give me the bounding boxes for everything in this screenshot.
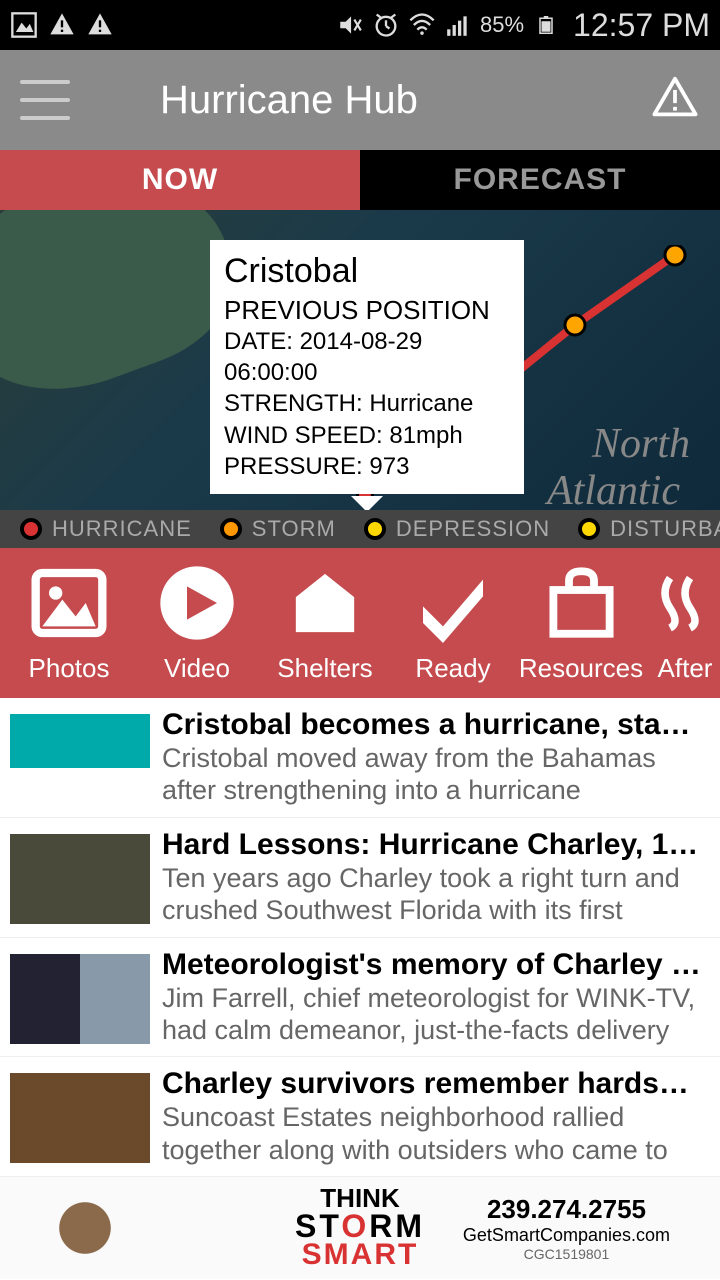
- ad-contact: 239.274.2755 GetSmartCompanies.com CGC15…: [463, 1194, 670, 1262]
- dot-icon: [220, 518, 242, 540]
- shelters-icon: [285, 563, 365, 643]
- photos-icon: [29, 563, 109, 643]
- warning-icon: [48, 11, 76, 39]
- news-thumbnail: [10, 954, 150, 1044]
- popup-subtitle: PREVIOUS POSITION: [224, 295, 510, 326]
- storm-popup: Cristobal PREVIOUS POSITION DATE: 2014-0…: [210, 240, 524, 494]
- news-summary: Ten years ago Charley took a right turn …: [162, 862, 706, 927]
- legend-storm: STORM: [220, 516, 336, 542]
- dot-icon: [364, 518, 386, 540]
- signal-icon: [444, 11, 472, 39]
- legend-depression: DEPRESSION: [364, 516, 550, 542]
- action-shelters[interactable]: Shelters: [261, 563, 389, 684]
- action-label: Shelters: [277, 653, 372, 684]
- news-thumbnail: [10, 1073, 150, 1163]
- warning-icon: [650, 75, 700, 120]
- action-label: Video: [164, 653, 230, 684]
- popup-wind: WIND SPEED: 81mph: [224, 420, 510, 451]
- legend: HURRICANE STORM DEPRESSION DISTURBANCE: [0, 510, 720, 548]
- after-icon: [645, 563, 720, 643]
- news-summary: Jim Farrell, chief meteorologist for WIN…: [162, 982, 706, 1047]
- action-label: Resources: [519, 653, 643, 684]
- legend-disturbance: DISTURBANCE: [578, 516, 720, 542]
- alarm-icon: [372, 11, 400, 39]
- popup-strength: STRENGTH: Hurricane: [224, 388, 510, 419]
- status-time: 12:57 PM: [573, 7, 710, 44]
- list-item[interactable]: Meteorologist's memory of Charley is '..…: [0, 938, 720, 1058]
- news-summary: Suncoast Estates neighborhood rallied to…: [162, 1101, 706, 1166]
- warning-icon: [86, 11, 114, 39]
- list-item[interactable]: Hard Lessons: Hurricane Charley, 10 Ye..…: [0, 818, 720, 938]
- tab-now[interactable]: NOW: [0, 150, 360, 210]
- news-thumbnail: [10, 714, 150, 804]
- map[interactable]: North Atlantic Cristobal PREVIOUS POSITI…: [0, 210, 720, 510]
- list-item[interactable]: Charley survivors remember hardship... S…: [0, 1057, 720, 1177]
- action-label: Ready: [415, 653, 490, 684]
- alert-button[interactable]: [650, 75, 700, 125]
- tab-forecast[interactable]: FORECAST: [360, 150, 720, 210]
- mute-icon: [336, 11, 364, 39]
- news-summary: Cristobal moved away from the Bahamas af…: [162, 742, 706, 807]
- image-icon: [10, 11, 38, 39]
- action-label: After: [658, 653, 713, 684]
- list-item[interactable]: Cristobal becomes a hurricane, stays of.…: [0, 698, 720, 818]
- action-ready[interactable]: Ready: [389, 563, 517, 684]
- popup-pressure: PRESSURE: 973: [224, 451, 510, 482]
- action-label: Photos: [29, 653, 110, 684]
- action-row[interactable]: Photos Video Shelters Ready Resources Af…: [0, 548, 720, 698]
- popup-date: DATE: 2014-08-29 06:00:00: [224, 326, 510, 388]
- action-resources[interactable]: Resources: [517, 563, 645, 684]
- app-header: Hurricane Hub: [0, 50, 720, 150]
- battery-percentage: 85%: [480, 12, 524, 38]
- ready-icon: [413, 563, 493, 643]
- news-title: Cristobal becomes a hurricane, stays of.…: [162, 708, 706, 742]
- status-right: 85% 12:57 PM: [336, 7, 710, 44]
- status-bar: 85% 12:57 PM: [0, 0, 720, 50]
- menu-button[interactable]: [20, 80, 70, 120]
- ad-mascot-icon: [40, 1183, 130, 1273]
- action-after[interactable]: After: [645, 563, 720, 684]
- action-photos[interactable]: Photos: [5, 563, 133, 684]
- tabs: NOW FORECAST: [0, 150, 720, 210]
- wifi-icon: [408, 11, 436, 39]
- status-left: [10, 11, 114, 39]
- popup-name: Cristobal: [224, 252, 510, 291]
- advertisement[interactable]: THINK STORM SMART 239.274.2755 GetSmartC…: [0, 1177, 720, 1279]
- ad-logo: THINK STORM SMART: [295, 1186, 425, 1270]
- video-icon: [157, 563, 237, 643]
- page-title: Hurricane Hub: [160, 78, 650, 123]
- news-title: Meteorologist's memory of Charley is '..…: [162, 948, 706, 982]
- news-title: Hard Lessons: Hurricane Charley, 10 Ye..…: [162, 828, 706, 862]
- dot-icon: [20, 518, 42, 540]
- battery-icon: [532, 11, 560, 39]
- dot-icon: [578, 518, 600, 540]
- action-video[interactable]: Video: [133, 563, 261, 684]
- news-list: Cristobal becomes a hurricane, stays of.…: [0, 698, 720, 1177]
- news-title: Charley survivors remember hardship...: [162, 1067, 706, 1101]
- legend-hurricane: HURRICANE: [20, 516, 192, 542]
- news-thumbnail: [10, 834, 150, 924]
- resources-icon: [541, 563, 621, 643]
